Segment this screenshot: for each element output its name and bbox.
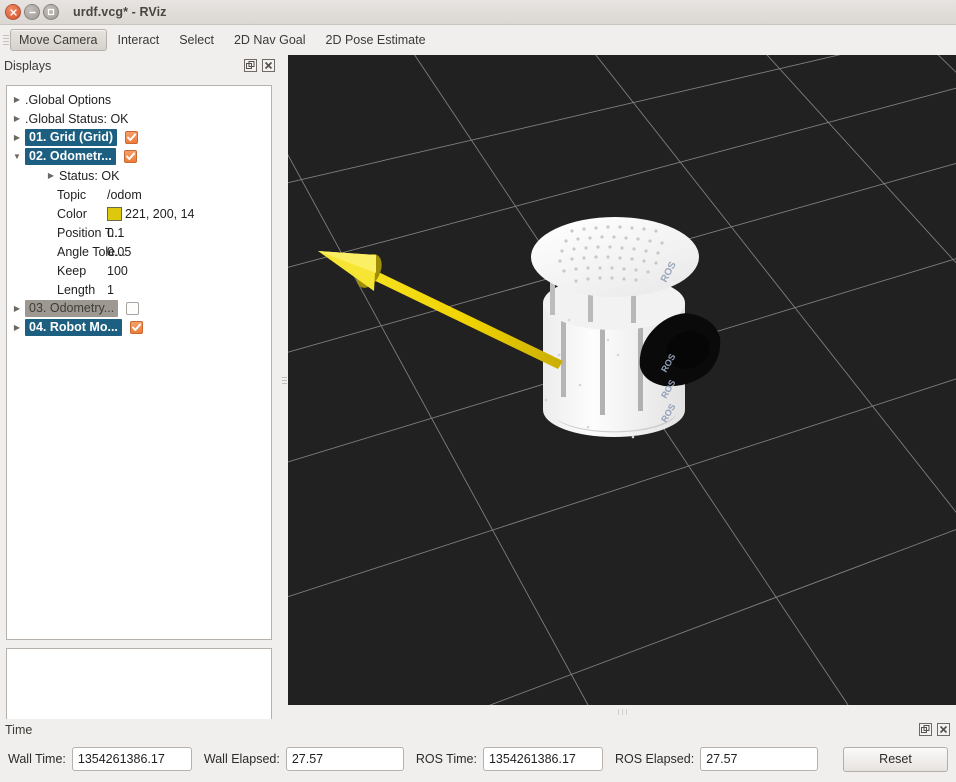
tree-item-label: .Global Status: OK [25,112,129,126]
time-panel-title: Time [5,723,32,737]
displays-tree[interactable]: ▶ .Global Options ▶ .Global Status: OK ▶… [6,85,272,640]
property-value[interactable]: /odom [107,188,142,202]
toolbar-drag-handle[interactable] [1,29,10,51]
property-value[interactable]: 0.1 [107,226,124,240]
odometry-02-enabled-checkbox[interactable] [124,150,137,163]
window-title: urdf.vcg* - RViz [73,5,167,19]
float-icon[interactable] [244,59,257,72]
displays-panel: Displays ▶ .Global Options ▶ [0,55,281,705]
tree-item-label: 01. Grid (Grid) [25,129,117,146]
float-icon[interactable] [919,723,932,736]
tree-item-label: Status: OK [59,169,119,183]
title-bar: urdf.vcg* - RViz [0,0,956,25]
tree-item-label: 03. Odometry... [25,300,118,317]
property-value-wrap[interactable]: 221, 200, 14 [107,207,195,221]
property-key: Angle Tole... [7,245,107,259]
property-row-topic[interactable]: Topic /odom [7,185,271,204]
tree-item-label: 04. Robot Mo... [25,319,122,336]
odometry-03-enabled-checkbox[interactable] [126,302,139,315]
tree-item-label: .Global Options [25,93,111,107]
close-icon[interactable] [262,59,275,72]
time-panel-icons [919,723,950,736]
chevron-right-icon[interactable]: ▶ [9,305,25,313]
reset-button[interactable]: Reset [843,747,948,772]
property-row-position-tolerance[interactable]: Position T... 0.1 [7,223,271,242]
splitter-grip [282,377,287,384]
property-key: Keep [7,264,107,278]
property-key: Color [7,207,107,221]
tool-move-camera[interactable]: Move Camera [10,29,107,51]
display-description-box [6,648,272,725]
chevron-right-icon[interactable]: ▶ [9,96,25,104]
property-value[interactable]: 1 [107,283,114,297]
ros-elapsed-input[interactable]: 27.57 [700,747,818,771]
displays-panel-icons [244,59,275,72]
ros-elapsed-label: ROS Elapsed: [615,752,694,766]
displays-panel-header: Displays [0,55,281,77]
wall-elapsed-input[interactable]: 27.57 [286,747,404,771]
close-icon[interactable] [937,723,950,736]
tool-select[interactable]: Select [170,29,223,51]
grid-enabled-checkbox[interactable] [125,131,138,144]
wall-time-input[interactable]: 1354261386.17 [72,747,192,771]
window-controls [5,4,59,20]
render-view-3d[interactable]: ROS ROS ROS ROS [288,55,956,705]
ros-time-label: ROS Time: [416,752,477,766]
chevron-right-icon[interactable]: ▶ [9,134,25,142]
vertical-splitter[interactable] [281,55,288,705]
toolbar: Move Camera Interact Select 2D Nav Goal … [0,25,956,55]
tree-item-grid[interactable]: ▶ 01. Grid (Grid) [7,128,271,147]
horizontal-splitter[interactable] [288,705,956,719]
property-key: Position T... [7,226,107,240]
tool-2d-nav-goal[interactable]: 2D Nav Goal [225,29,315,51]
splitter-grip [618,709,627,715]
property-row-color[interactable]: Color 221, 200, 14 [7,204,271,223]
property-value[interactable]: 100 [107,264,128,278]
color-swatch[interactable] [107,207,122,221]
time-fields-row: Wall Time: 1354261386.17 Wall Elapsed: 2… [8,746,948,772]
close-window-button[interactable] [5,4,21,20]
wall-elapsed-label: Wall Elapsed: [204,752,280,766]
property-value[interactable]: 0.05 [107,245,131,259]
ros-time-input[interactable]: 1354261386.17 [483,747,603,771]
time-panel: Time Wall Time: 1354261386.17 Wall Elaps… [0,719,956,782]
property-row-length[interactable]: Length 1 [7,280,271,299]
rviz-window: urdf.vcg* - RViz Move Camera Interact Se… [0,0,956,782]
property-key: Topic [7,188,107,202]
maximize-window-button[interactable] [43,4,59,20]
tree-item-global-status[interactable]: ▶ .Global Status: OK [7,109,271,128]
tool-interact[interactable]: Interact [109,29,169,51]
render-view-canvas: ROS ROS ROS ROS [288,55,956,705]
tool-2d-pose-estimate[interactable]: 2D Pose Estimate [317,29,435,51]
tree-item-label: 02. Odometr... [25,148,116,165]
chevron-right-icon[interactable]: ▶ [9,115,25,123]
displays-panel-title: Displays [4,59,51,73]
wall-time-label: Wall Time: [8,752,66,766]
chevron-down-icon[interactable]: ▼ [9,153,25,161]
property-value: 221, 200, 14 [125,207,195,221]
property-key: Length [7,283,107,297]
chevron-right-icon[interactable]: ▶ [43,172,59,180]
tree-item-status[interactable]: ▶ Status: OK [7,166,271,185]
tree-item-odometry-03[interactable]: ▶ 03. Odometry... [7,299,271,318]
robot-top-plate [531,217,699,297]
robot-model-enabled-checkbox[interactable] [130,321,143,334]
property-row-angle-tolerance[interactable]: Angle Tole... 0.05 [7,242,271,261]
chevron-right-icon[interactable]: ▶ [9,324,25,332]
tree-item-robot-model[interactable]: ▶ 04. Robot Mo... [7,318,271,337]
tree-item-global-options[interactable]: ▶ .Global Options [7,90,271,109]
minimize-window-button[interactable] [24,4,40,20]
tree-item-odometry-02[interactable]: ▼ 02. Odometr... [7,147,271,166]
property-row-keep[interactable]: Keep 100 [7,261,271,280]
